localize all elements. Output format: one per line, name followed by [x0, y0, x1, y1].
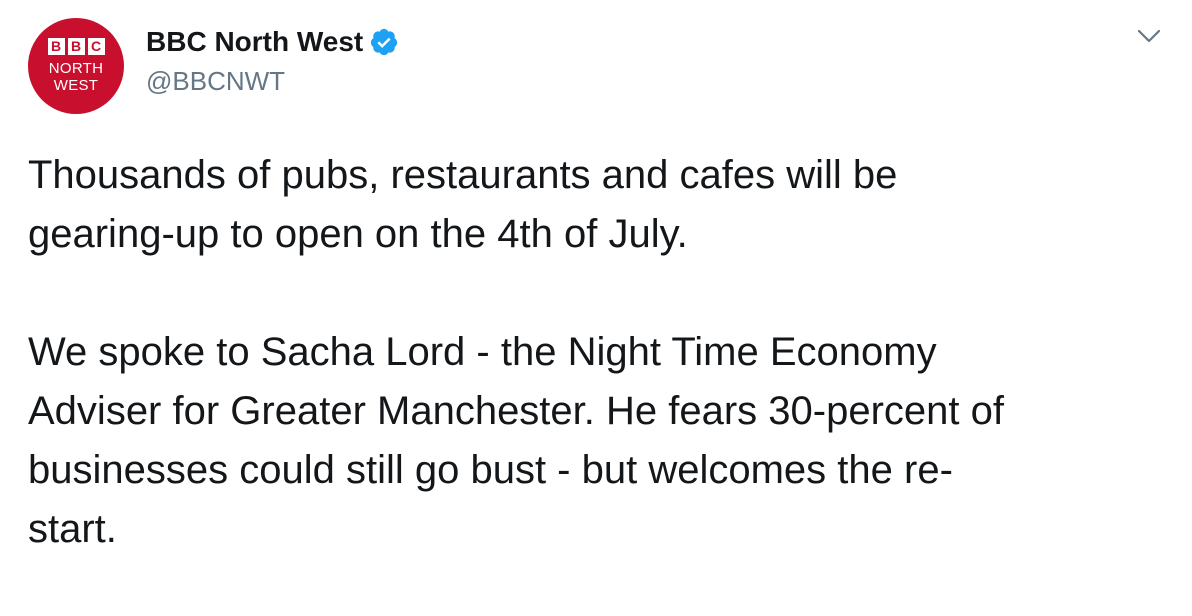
display-name[interactable]: BBC North West: [146, 26, 363, 58]
bbc-logo-block: B: [67, 38, 85, 55]
avatar[interactable]: B B C NORTH WEST: [28, 18, 124, 114]
verified-badge-icon: [371, 28, 398, 56]
tweet-text-line: Adviser for Greater Manchester. He fears…: [28, 389, 1004, 433]
tweet-text-line: gearing-up to open on the 4th of July.: [28, 212, 688, 256]
bbc-logo-block: C: [87, 38, 105, 55]
tweet-text-line: We spoke to Sacha Lord - the Night Time …: [28, 330, 937, 374]
bbc-logo: B B C: [47, 38, 105, 55]
avatar-text-west: WEST: [53, 77, 99, 94]
tweet-text-line: businesses could still go bust - but wel…: [28, 448, 953, 492]
display-name-row[interactable]: BBC North West: [146, 26, 399, 58]
account-handle[interactable]: @BBCNWT: [146, 66, 285, 97]
tweet-text-line: start.: [28, 507, 117, 551]
chevron-down-icon[interactable]: [1136, 26, 1162, 46]
bbc-logo-block: B: [47, 38, 65, 55]
tweet-card: B B C NORTH WEST BBC North West @BBCNWT …: [0, 0, 1192, 616]
tweet-text-line: Thousands of pubs, restaurants and cafes…: [28, 153, 898, 197]
avatar-text-north: NORTH: [48, 60, 104, 77]
tweet-text: Thousands of pubs, restaurants and cafes…: [28, 146, 1148, 559]
